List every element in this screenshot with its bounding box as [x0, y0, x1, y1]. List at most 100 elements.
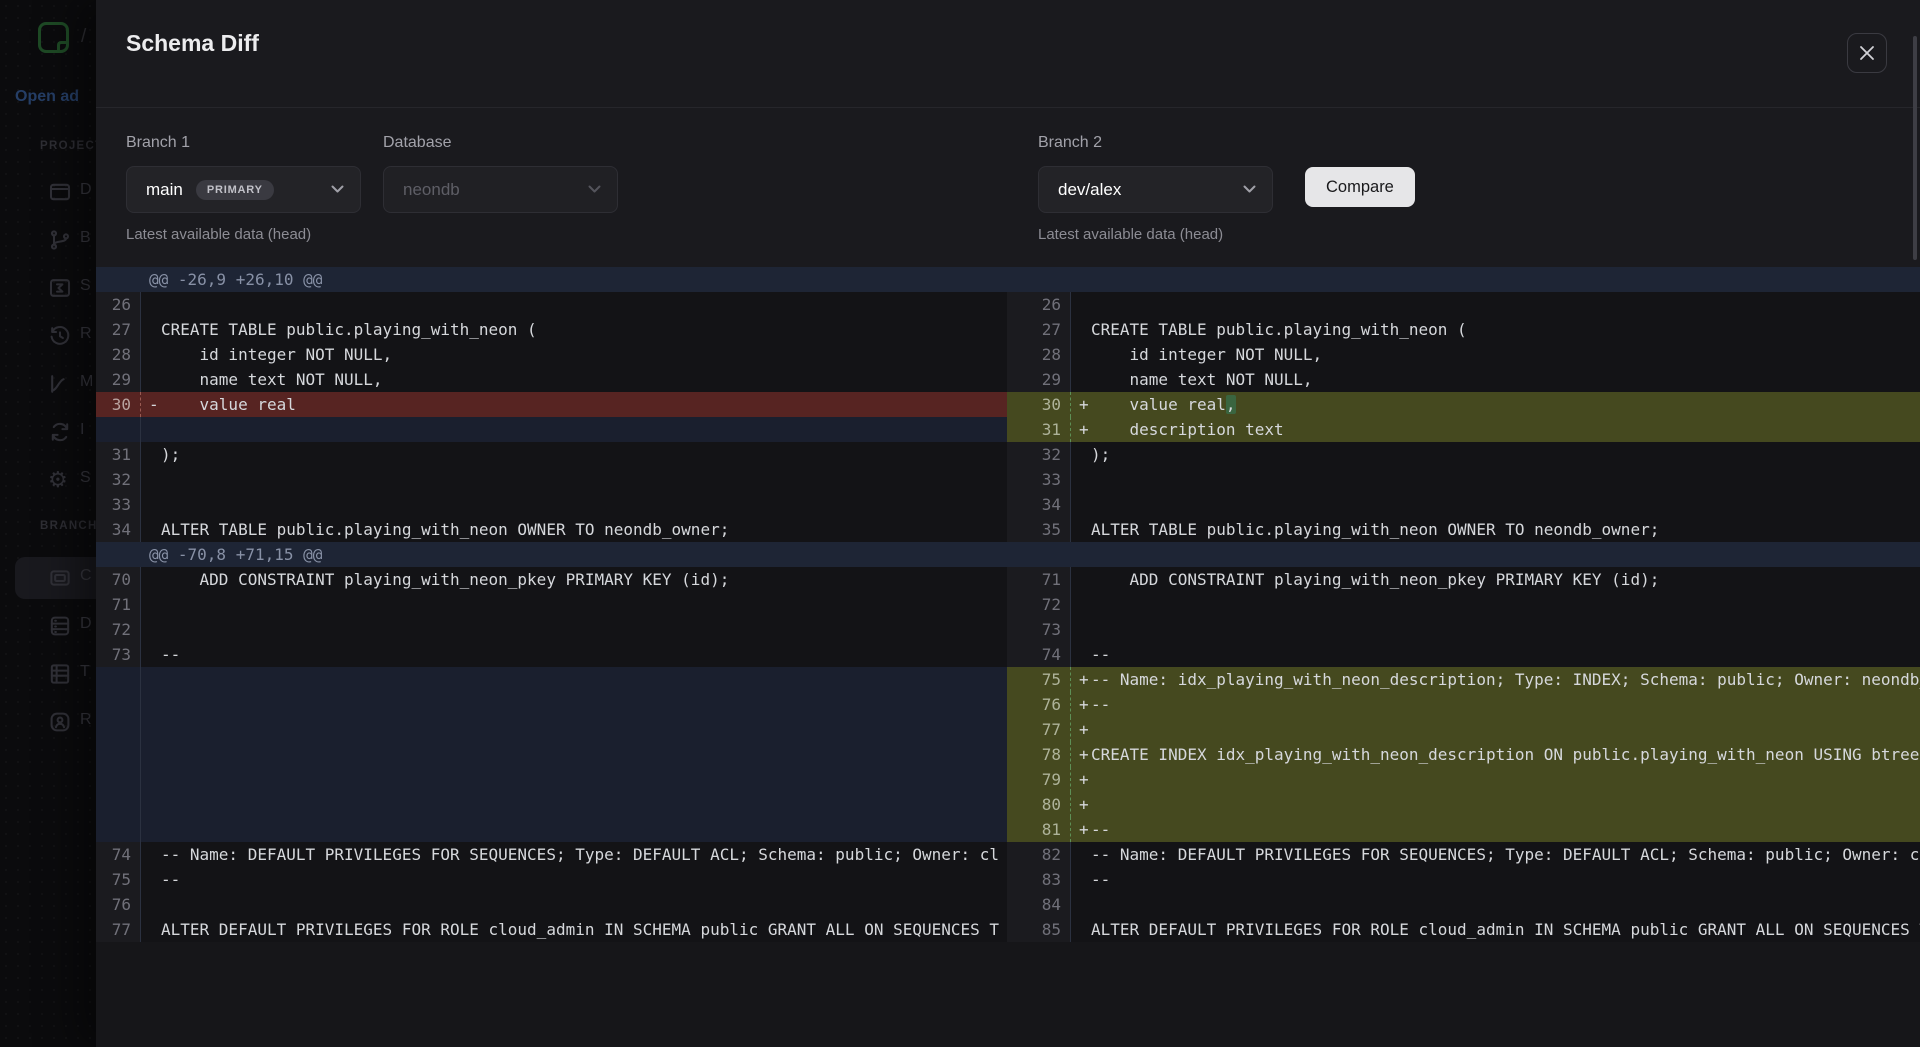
modal-title: Schema Diff	[126, 30, 259, 57]
code-line-content: value real	[161, 395, 296, 414]
code-line-content: --	[161, 870, 180, 889]
code-line-content: );	[1091, 445, 1110, 464]
code-text	[140, 417, 1007, 442]
line-number	[96, 717, 140, 742]
diff-line: 76	[96, 892, 1007, 917]
code-text: -- Name: DEFAULT PRIVILEGES FOR SEQUENCE…	[140, 842, 1007, 867]
diff-line	[96, 692, 1007, 717]
code-line-content: id integer NOT NULL,	[161, 345, 392, 364]
code-line-content: value real	[1091, 395, 1226, 414]
code-text	[140, 617, 1007, 642]
compare-button[interactable]: Compare	[1305, 167, 1415, 207]
code-text	[140, 717, 1007, 742]
line-number: 80	[1007, 792, 1070, 817]
branch2-label: Branch 2	[1038, 134, 1102, 152]
diff-line: 83 --	[1007, 867, 1920, 892]
line-number: 81	[1007, 817, 1070, 842]
code-text: ADD CONSTRAINT playing_with_neon_pkey PR…	[1070, 567, 1920, 592]
line-number: 33	[96, 492, 140, 517]
diff-line: 73--	[96, 642, 1007, 667]
diff-line: 33	[1007, 467, 1920, 492]
line-number: 74	[96, 842, 140, 867]
code-text	[1070, 592, 1920, 617]
branch1-select[interactable]: main PRIMARY	[126, 166, 361, 213]
code-text: ADD CONSTRAINT playing_with_neon_pkey PR…	[140, 567, 1007, 592]
diff-line: 32	[96, 467, 1007, 492]
code-text: name text NOT NULL,	[140, 367, 1007, 392]
code-line-content: ALTER DEFAULT PRIVILEGES FOR ROLE cloud_…	[161, 920, 999, 939]
diff-pane-left: @@ -26,9 +26,10 @@2627CREATE TABLE publi…	[96, 267, 1007, 942]
code-line-content: name text NOT NULL,	[1091, 370, 1313, 389]
code-text: -- Name: DEFAULT PRIVILEGES FOR SEQUENCE…	[1070, 842, 1920, 867]
code-line-content: CREATE TABLE public.playing_with_neon (	[161, 320, 537, 339]
close-icon	[1859, 45, 1875, 61]
diff-line: 31+ description text	[1007, 417, 1920, 442]
schema-diff-view: @@ -26,9 +26,10 @@2627CREATE TABLE publi…	[96, 267, 1920, 942]
code-text	[1070, 617, 1920, 642]
code-line-content: id integer NOT NULL,	[1091, 345, 1322, 364]
code-text	[1070, 467, 1920, 492]
code-line-content: ALTER DEFAULT PRIVILEGES FOR ROLE cloud_…	[1091, 920, 1920, 939]
chevron-down-icon	[331, 185, 344, 194]
code-text: --	[1070, 642, 1920, 667]
code-text: +	[1070, 717, 1920, 742]
code-text: --	[140, 642, 1007, 667]
code-text	[140, 492, 1007, 517]
line-number: 83	[1007, 867, 1070, 892]
hunk-header-text	[1070, 267, 1920, 292]
diff-marker: +	[1079, 392, 1091, 417]
close-button[interactable]	[1847, 33, 1887, 73]
code-line-content: name text NOT NULL,	[161, 370, 383, 389]
branch2-select[interactable]: dev/alex	[1038, 166, 1273, 213]
code-text: +	[1070, 792, 1920, 817]
modal-lower-area	[96, 942, 1920, 1047]
code-text: id integer NOT NULL,	[140, 342, 1007, 367]
diff-line: 35ALTER TABLE public.playing_with_neon O…	[1007, 517, 1920, 542]
diff-line: 26	[96, 292, 1007, 317]
line-number: 31	[1007, 417, 1070, 442]
line-number: 30	[1007, 392, 1070, 417]
diff-line: 29 name text NOT NULL,	[96, 367, 1007, 392]
line-number: 34	[96, 517, 140, 542]
code-text: );	[140, 442, 1007, 467]
code-line-content: --	[1091, 870, 1110, 889]
code-text: CREATE TABLE public.playing_with_neon (	[1070, 317, 1920, 342]
line-number	[96, 417, 140, 442]
diff-marker: +	[1079, 742, 1091, 767]
line-number: 30	[96, 392, 140, 417]
code-text: ALTER DEFAULT PRIVILEGES FOR ROLE cloud_…	[140, 917, 1007, 942]
line-number: 76	[96, 892, 140, 917]
code-line-content: description text	[1091, 420, 1284, 439]
header-divider	[96, 107, 1920, 108]
code-text	[1070, 292, 1920, 317]
diff-line: 32);	[1007, 442, 1920, 467]
modal-scrollbar-thumb[interactable]	[1913, 36, 1917, 260]
code-line-content: );	[161, 445, 180, 464]
diff-line: 79+	[1007, 767, 1920, 792]
code-text	[140, 467, 1007, 492]
diff-marker: -	[149, 392, 161, 417]
diff-line: 73	[1007, 617, 1920, 642]
code-line-content: -- Name: DEFAULT PRIVILEGES FOR SEQUENCE…	[161, 845, 999, 864]
line-number: 77	[1007, 717, 1070, 742]
diff-line: 34ALTER TABLE public.playing_with_neon O…	[96, 517, 1007, 542]
code-line-content: ALTER TABLE public.playing_with_neon OWN…	[1091, 520, 1659, 539]
code-line-content: --	[161, 645, 180, 664]
line-number: 26	[1007, 292, 1070, 317]
code-text: +CREATE INDEX idx_playing_with_neon_desc…	[1070, 742, 1920, 767]
branch1-hint: Latest available data (head)	[126, 226, 311, 243]
code-text	[140, 692, 1007, 717]
line-number	[96, 767, 140, 792]
diff-line: 72	[1007, 592, 1920, 617]
line-number: 32	[1007, 442, 1070, 467]
diff-line: 82-- Name: DEFAULT PRIVILEGES FOR SEQUEN…	[1007, 842, 1920, 867]
diff-line	[96, 817, 1007, 842]
line-number	[96, 267, 140, 292]
code-text: ALTER TABLE public.playing_with_neon OWN…	[1070, 517, 1920, 542]
diff-line: 81+--	[1007, 817, 1920, 842]
line-number	[96, 542, 140, 567]
code-text: +-- Name: idx_playing_with_neon_descript…	[1070, 667, 1920, 692]
branch1-label: Branch 1	[126, 134, 190, 152]
diff-line: 27CREATE TABLE public.playing_with_neon …	[96, 317, 1007, 342]
database-select[interactable]: neondb	[383, 166, 618, 213]
